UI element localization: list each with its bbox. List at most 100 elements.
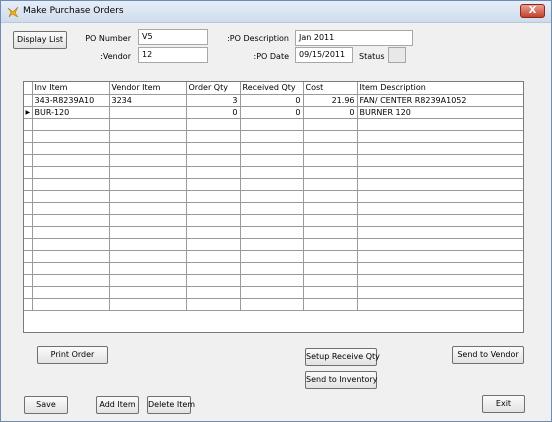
- empty-cell[interactable]: [186, 262, 241, 275]
- add-item-button[interactable]: Add Item: [96, 396, 139, 414]
- empty-cell[interactable]: [186, 274, 241, 287]
- po-date-field[interactable]: 09/15/2011: [295, 47, 353, 63]
- empty-cell[interactable]: [303, 226, 358, 239]
- close-button[interactable]: X: [520, 4, 545, 18]
- empty-cell[interactable]: [357, 130, 523, 143]
- vendor-field[interactable]: 12: [138, 47, 208, 63]
- empty-cell[interactable]: [240, 202, 304, 215]
- empty-cell[interactable]: [357, 214, 523, 227]
- empty-cell[interactable]: [186, 226, 241, 239]
- empty-cell[interactable]: [109, 154, 187, 167]
- empty-cell[interactable]: [109, 274, 187, 287]
- empty-cell[interactable]: [240, 250, 304, 263]
- cell-order-qty[interactable]: 3: [186, 94, 241, 107]
- empty-cell[interactable]: [303, 250, 358, 263]
- empty-cell[interactable]: [109, 178, 187, 191]
- empty-cell[interactable]: [32, 142, 110, 155]
- empty-cell[interactable]: [109, 238, 187, 251]
- empty-cell[interactable]: [109, 262, 187, 275]
- empty-cell[interactable]: [186, 166, 241, 179]
- empty-cell[interactable]: [109, 166, 187, 179]
- empty-cell[interactable]: [32, 274, 110, 287]
- empty-table-row[interactable]: [24, 202, 523, 215]
- empty-cell[interactable]: [303, 238, 358, 251]
- empty-cell[interactable]: [357, 202, 523, 215]
- empty-table-row[interactable]: [24, 178, 523, 191]
- header-cost[interactable]: Cost: [303, 82, 358, 95]
- empty-cell[interactable]: [240, 286, 304, 299]
- empty-table-row[interactable]: [24, 262, 523, 275]
- empty-cell[interactable]: [240, 190, 304, 203]
- empty-cell[interactable]: [186, 190, 241, 203]
- empty-cell[interactable]: [109, 250, 187, 263]
- empty-cell[interactable]: [32, 202, 110, 215]
- empty-cell[interactable]: [303, 202, 358, 215]
- empty-cell[interactable]: [186, 118, 241, 131]
- empty-cell[interactable]: [357, 142, 523, 155]
- send-to-inventory-button[interactable]: Send to Inventory: [305, 371, 377, 389]
- save-button[interactable]: Save: [24, 396, 68, 414]
- table-row[interactable]: 343-R8239A10 3234 3 0 21.96 FAN/ CENTER …: [24, 94, 523, 107]
- cell-order-qty[interactable]: 0: [186, 106, 241, 119]
- empty-cell[interactable]: [32, 166, 110, 179]
- cell-inv-item[interactable]: 343-R8239A10: [32, 94, 110, 107]
- empty-cell[interactable]: [240, 118, 304, 131]
- header-item-description[interactable]: Item Description: [357, 82, 523, 95]
- empty-table-row[interactable]: [24, 130, 523, 143]
- display-list-button[interactable]: Display List: [13, 31, 67, 49]
- empty-cell[interactable]: [32, 250, 110, 263]
- empty-cell[interactable]: [186, 286, 241, 299]
- empty-cell[interactable]: [109, 190, 187, 203]
- empty-cell[interactable]: [186, 250, 241, 263]
- empty-cell[interactable]: [109, 226, 187, 239]
- empty-table-row[interactable]: [24, 274, 523, 287]
- empty-cell[interactable]: [186, 178, 241, 191]
- cell-vendor-item[interactable]: 3234: [109, 94, 187, 107]
- empty-table-row[interactable]: [24, 190, 523, 203]
- empty-cell[interactable]: [240, 214, 304, 227]
- empty-cell[interactable]: [357, 286, 523, 299]
- empty-cell[interactable]: [357, 226, 523, 239]
- empty-table-row[interactable]: [24, 286, 523, 299]
- empty-cell[interactable]: [32, 130, 110, 143]
- empty-cell[interactable]: [186, 298, 241, 311]
- empty-cell[interactable]: [303, 142, 358, 155]
- empty-cell[interactable]: [357, 178, 523, 191]
- empty-cell[interactable]: [32, 178, 110, 191]
- empty-cell[interactable]: [303, 178, 358, 191]
- cell-item-description[interactable]: BURNER 120: [357, 106, 523, 119]
- empty-cell[interactable]: [357, 250, 523, 263]
- empty-cell[interactable]: [109, 286, 187, 299]
- empty-table-row[interactable]: [24, 142, 523, 155]
- empty-cell[interactable]: [109, 202, 187, 215]
- empty-table-row[interactable]: [24, 214, 523, 227]
- empty-cell[interactable]: [32, 286, 110, 299]
- po-description-field[interactable]: Jan 2011: [295, 30, 413, 46]
- empty-cell[interactable]: [303, 118, 358, 131]
- empty-cell[interactable]: [109, 298, 187, 311]
- empty-cell[interactable]: [303, 214, 358, 227]
- empty-cell[interactable]: [240, 142, 304, 155]
- empty-cell[interactable]: [303, 274, 358, 287]
- exit-button[interactable]: Exit: [482, 395, 525, 413]
- empty-cell[interactable]: [186, 202, 241, 215]
- print-order-button[interactable]: Print Order: [37, 346, 108, 364]
- po-number-field[interactable]: V5: [138, 29, 208, 45]
- empty-cell[interactable]: [240, 274, 304, 287]
- empty-cell[interactable]: [357, 274, 523, 287]
- header-order-qty[interactable]: Order Qty: [186, 82, 241, 95]
- empty-cell[interactable]: [240, 262, 304, 275]
- empty-cell[interactable]: [109, 130, 187, 143]
- empty-cell[interactable]: [357, 166, 523, 179]
- header-inv-item[interactable]: Inv Item: [32, 82, 110, 95]
- empty-cell[interactable]: [240, 298, 304, 311]
- empty-cell[interactable]: [32, 214, 110, 227]
- empty-cell[interactable]: [240, 154, 304, 167]
- empty-cell[interactable]: [32, 154, 110, 167]
- send-to-vendor-button[interactable]: Send to Vendor: [452, 346, 524, 364]
- empty-cell[interactable]: [109, 118, 187, 131]
- empty-cell[interactable]: [186, 238, 241, 251]
- header-received-qty[interactable]: Received Qty: [240, 82, 304, 95]
- empty-table-row[interactable]: [24, 298, 523, 311]
- empty-cell[interactable]: [303, 298, 358, 311]
